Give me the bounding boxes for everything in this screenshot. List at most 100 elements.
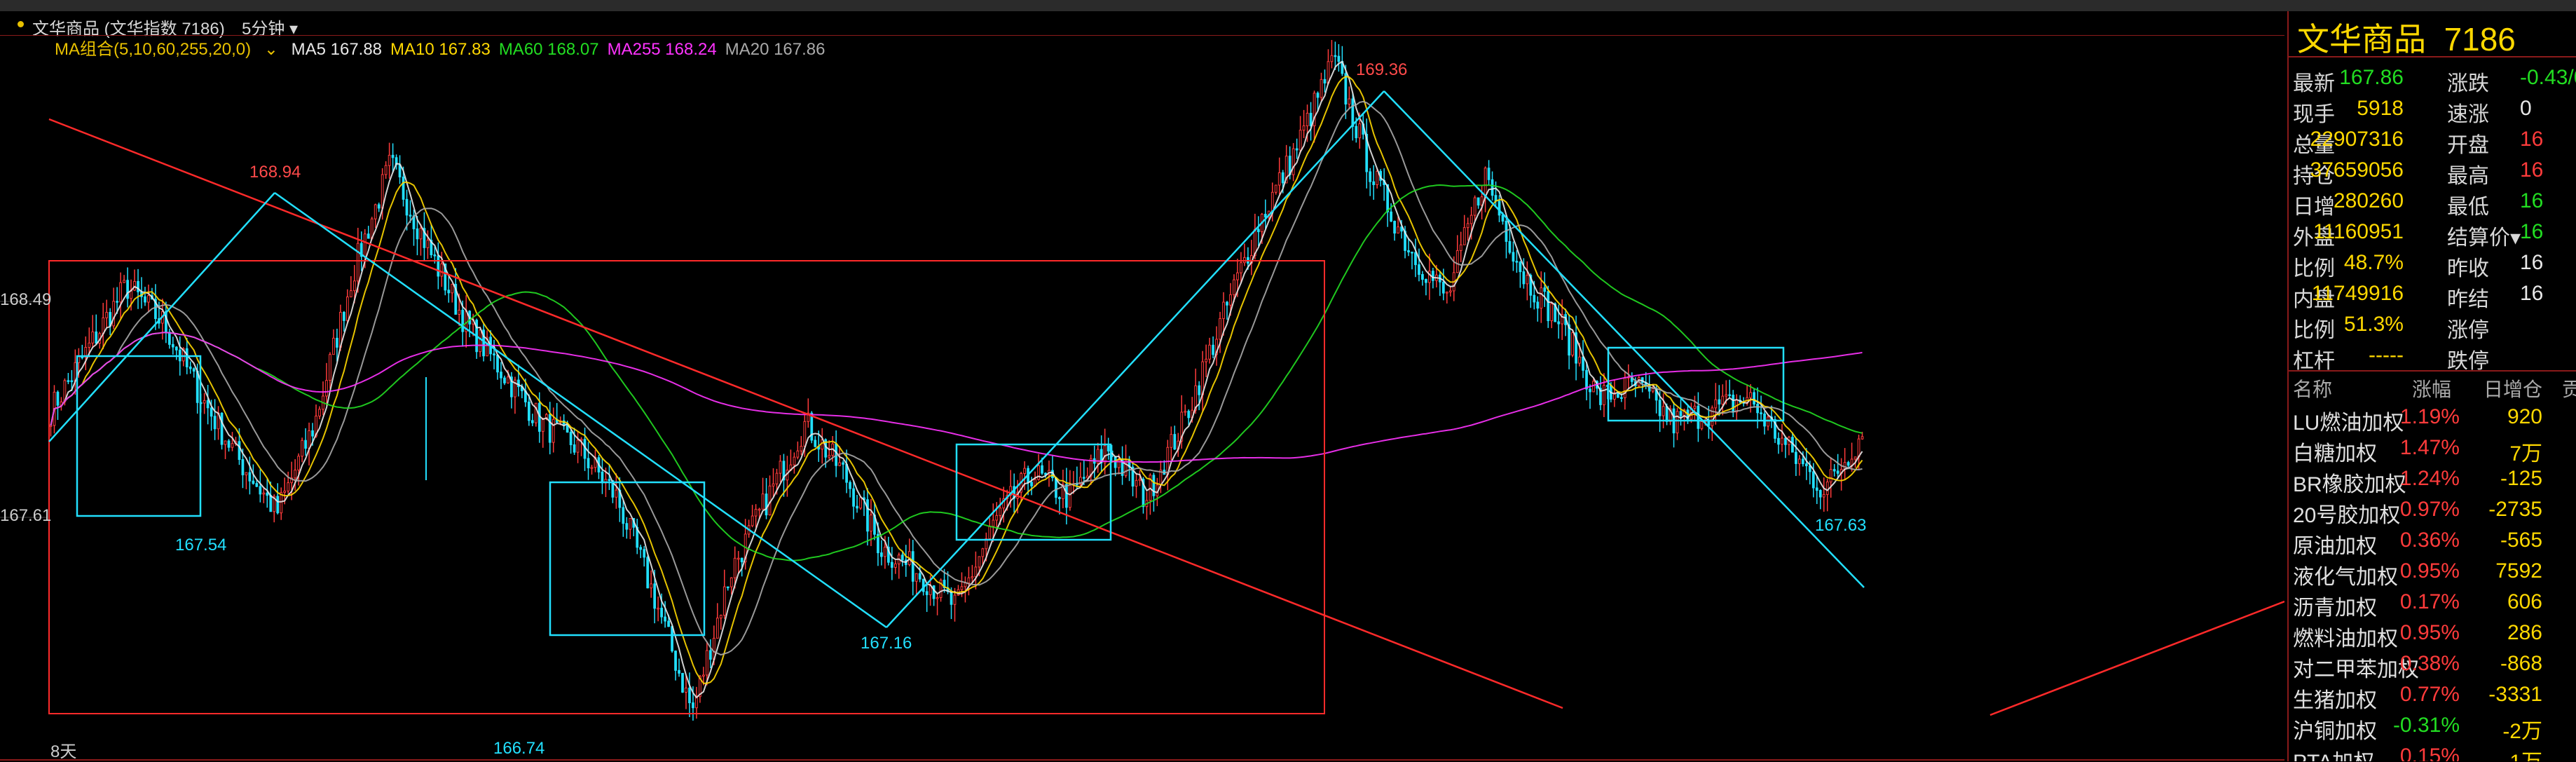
ma-line-5 <box>50 60 1863 699</box>
candle-body <box>384 165 388 175</box>
candle-body <box>137 280 139 292</box>
candle-body <box>1550 303 1554 322</box>
candle-body <box>1508 240 1512 253</box>
candle-body <box>224 440 227 445</box>
candle-body <box>1749 392 1752 398</box>
candle-body <box>740 557 744 562</box>
candle-body <box>1320 79 1323 98</box>
candle-body <box>1526 275 1529 285</box>
candle-body <box>1425 279 1427 283</box>
watch-oi-change: 7592 <box>2495 559 2542 583</box>
quote-label: 日增 <box>2293 196 2335 219</box>
candle-body <box>1041 465 1043 474</box>
candle-body <box>363 233 366 257</box>
candle-body <box>925 591 929 595</box>
quote-label-2[interactable]: 结算价▾ <box>2447 220 2521 251</box>
watchlist-row[interactable]: LU燃油加权 1.19% 920 <box>2289 405 2576 436</box>
candle-body <box>796 450 800 458</box>
candle-body <box>657 607 660 610</box>
candle-body <box>1058 497 1061 500</box>
candle-body <box>1501 215 1505 222</box>
candle-body <box>503 377 506 383</box>
candle-body <box>1469 215 1473 224</box>
candle-body <box>507 376 509 383</box>
candlestick-chart[interactable] <box>0 35 2284 761</box>
candle-body <box>1212 344 1214 355</box>
candle-body <box>810 412 814 441</box>
candle-body <box>953 594 957 605</box>
watchlist-row[interactable]: BR橡胶加权 1.24% -125 <box>2289 467 2576 498</box>
candle-body <box>1138 479 1142 481</box>
divider <box>2289 370 2576 372</box>
candle-body <box>1152 475 1156 496</box>
watchlist-row[interactable]: 沪铜加权 -0.31% -2万 <box>2289 714 2576 744</box>
watchlist-row[interactable]: 沥青加权 0.17% 606 <box>2289 590 2576 621</box>
candle-body <box>147 295 150 303</box>
col-name[interactable]: 名称 <box>2293 374 2332 402</box>
watch-change: 0.17% <box>2399 590 2460 613</box>
watchlist-row[interactable]: 对二甲苯加权 0.38% -868 <box>2289 652 2576 683</box>
candle-body <box>1103 445 1107 463</box>
candle-body <box>1411 252 1413 254</box>
col-contrib[interactable]: 贡 <box>2562 374 2576 402</box>
candle-body <box>708 650 712 660</box>
candle-body <box>625 523 629 530</box>
candle-body <box>828 455 831 458</box>
candle-body <box>1376 170 1379 185</box>
candle-body <box>1184 411 1187 413</box>
candle-body <box>1309 112 1313 127</box>
candle-body <box>416 228 419 240</box>
candle-body <box>493 353 495 355</box>
watchlist-row[interactable]: 液化气加权 0.95% 7592 <box>2289 559 2576 590</box>
watch-name: 20号胶加权 <box>2293 504 2401 527</box>
candle-body <box>880 552 883 557</box>
watch-oi-change: -3331 <box>2488 683 2542 706</box>
candle-body <box>206 400 210 409</box>
candle-body <box>1512 252 1515 262</box>
candle-body <box>356 243 359 282</box>
candle-body <box>1233 279 1235 295</box>
low-price-annotation: 167.63 <box>1815 516 1867 535</box>
candle-body <box>622 507 625 524</box>
candle-body <box>345 297 349 321</box>
candle-body <box>646 557 650 589</box>
candle-body <box>967 577 971 584</box>
candle-body <box>266 492 269 496</box>
candle-body <box>1432 271 1434 281</box>
watchlist-row[interactable]: 生猪加权 0.77% -3331 <box>2289 683 2576 714</box>
candle-body <box>318 409 321 416</box>
candle-body <box>1861 436 1864 440</box>
candle-body <box>900 555 904 561</box>
watchlist-row[interactable]: 20号胶加权 0.97% -2735 <box>2289 498 2576 529</box>
candle-body <box>1198 385 1201 395</box>
watch-oi-change: 920 <box>2507 405 2542 428</box>
watch-oi-change: 1万 <box>2509 744 2542 761</box>
candle-body <box>297 456 300 470</box>
candle-body <box>304 440 307 449</box>
candle-body <box>1498 200 1501 216</box>
candle-body <box>329 354 331 381</box>
watchlist-row[interactable]: 原油加权 0.36% -565 <box>2289 529 2576 559</box>
watchlist-row[interactable]: 燃料油加权 0.95% 286 <box>2289 621 2576 652</box>
candle-body <box>814 440 817 447</box>
col-change[interactable]: 涨幅 <box>2412 374 2451 402</box>
candle-body <box>729 577 733 587</box>
quote-value: 11749916 <box>2311 282 2404 305</box>
watch-change: 0.95% <box>2399 621 2460 644</box>
watch-name: BR橡胶加权 <box>2293 473 2406 496</box>
col-oi-change[interactable]: 日增仓 <box>2483 374 2542 402</box>
candle-body <box>1107 445 1110 451</box>
candle-body <box>1822 494 1825 498</box>
candle-body <box>1037 465 1040 480</box>
candle-body <box>1857 438 1861 458</box>
watch-change: 1.47% <box>2399 436 2460 459</box>
price-axis-label: 168.49 <box>0 290 52 309</box>
watchlist-row[interactable]: 白糖加权 1.47% 7万 <box>2289 436 2576 467</box>
candle-body <box>1023 468 1026 474</box>
candle-body <box>870 515 872 532</box>
candle-body <box>1603 385 1605 405</box>
low-price-annotation: 167.54 <box>175 536 227 555</box>
watchlist-row[interactable]: PTA加权 0.15% 1万 <box>2289 744 2576 761</box>
candle-body <box>914 573 918 582</box>
quote-row: 内盘 11749916 昨结 16 <box>2289 282 2576 313</box>
